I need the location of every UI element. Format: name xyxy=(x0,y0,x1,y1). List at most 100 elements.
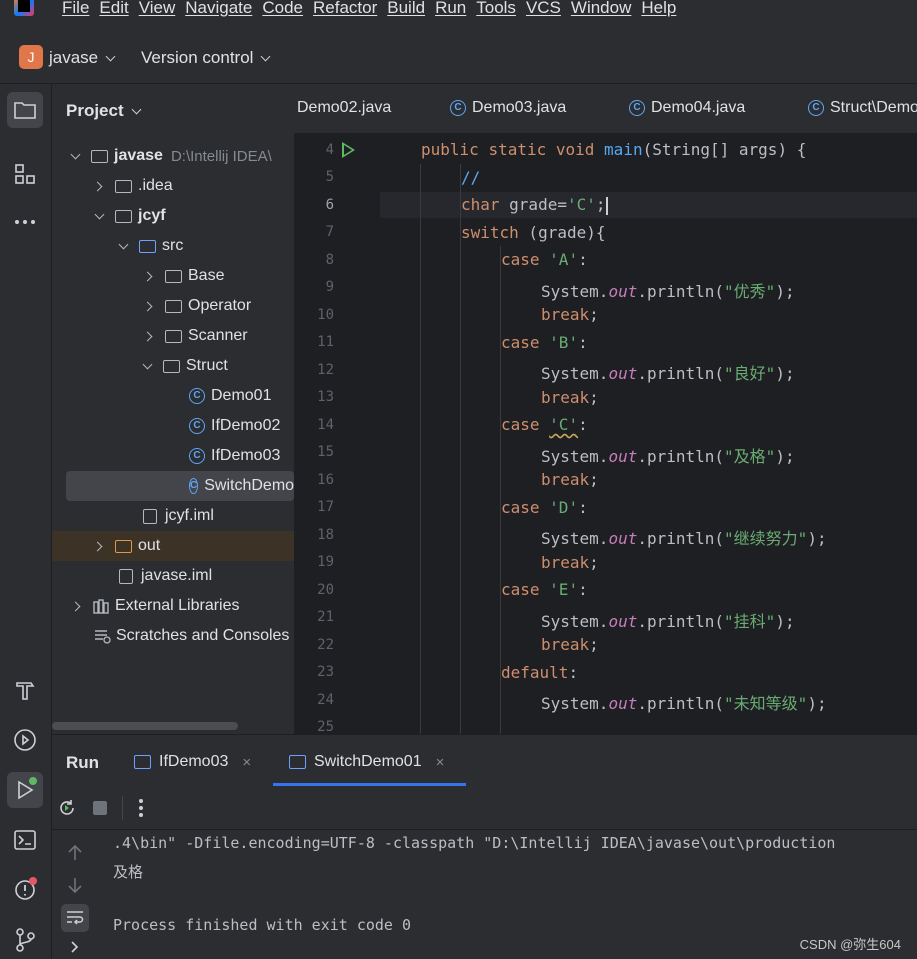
tree-item-scratches[interactable]: Scratches and Consoles xyxy=(52,621,294,651)
soft-wrap-button[interactable] xyxy=(61,904,89,932)
tree-item-ifdemo03[interactable]: C IfDemo03 xyxy=(52,441,294,471)
tree-item-jcyf[interactable]: jcyf xyxy=(52,201,294,231)
tab-demo04[interactable]: C Demo04.java xyxy=(629,99,745,117)
run-tool-button[interactable] xyxy=(7,772,43,808)
code-line-21: System.out.println("挂科"); xyxy=(541,608,795,632)
build-tool-button[interactable] xyxy=(7,672,43,708)
project-name: javase xyxy=(49,48,99,67)
structure-tool-button[interactable] xyxy=(7,156,43,192)
collapse-arrow-icon[interactable] xyxy=(118,239,129,249)
expand-arrow-icon[interactable] xyxy=(92,541,103,551)
running-badge xyxy=(29,777,37,785)
tree-label: jcyf xyxy=(138,207,166,224)
code-editor[interactable]: 4 5 6 7 8 9 10 11 12 13 14 15 16 17 18 1… xyxy=(294,134,917,734)
menu-file[interactable]: File xyxy=(62,0,89,16)
close-icon[interactable]: × xyxy=(242,754,251,771)
tree-item-base[interactable]: Base xyxy=(52,261,294,291)
code-text: .println( xyxy=(637,612,725,631)
run-panel-header: Run IfDemo03 × SwitchDemo01 × xyxy=(52,734,917,786)
tree-item-javase-iml[interactable]: javase.iml xyxy=(52,561,294,591)
tree-item-idea[interactable]: .idea xyxy=(52,171,294,201)
tree-item-demo01[interactable]: C Demo01 xyxy=(52,381,294,411)
more-vertical-icon[interactable] xyxy=(138,798,144,818)
line-number: 14 xyxy=(317,417,334,433)
tree-item-javase[interactable]: javase D:\Intellij IDEA\ xyxy=(52,141,294,171)
arrow-down-icon[interactable] xyxy=(67,876,83,894)
tab-demo02[interactable]: Demo02.java xyxy=(297,99,391,117)
tab-struct-demo[interactable]: C Struct\Demo xyxy=(808,99,917,117)
static-field: out xyxy=(608,529,638,548)
tree-item-src[interactable]: src xyxy=(52,231,294,261)
project-panel-title-label: Project xyxy=(66,101,124,120)
line-number: 9 xyxy=(325,279,334,295)
terminal-tool-button[interactable] xyxy=(7,822,43,858)
expand-arrow-icon[interactable] xyxy=(142,271,153,281)
stop-icon[interactable] xyxy=(92,800,108,816)
collapse-arrow-icon[interactable] xyxy=(94,209,105,219)
source-folder-icon xyxy=(139,239,156,253)
menu-view[interactable]: View xyxy=(139,0,176,16)
menu-vcs[interactable]: VCS xyxy=(526,0,561,16)
intellij-logo-icon[interactable] xyxy=(14,0,34,16)
expand-arrow-icon[interactable] xyxy=(70,601,81,611)
run-tab-switchdemo01[interactable]: SwitchDemo01 × xyxy=(289,753,444,771)
services-tool-button[interactable] xyxy=(7,722,43,758)
console-line: .4\bin" -Dfile.encoding=UTF-8 -classpath… xyxy=(113,834,836,852)
keyword: char xyxy=(461,195,500,214)
menu-build[interactable]: Build xyxy=(387,0,425,16)
tree-item-switchdemo01[interactable]: C SwitchDemo01 xyxy=(66,471,294,501)
class-icon: C xyxy=(808,100,824,116)
expand-arrow-icon[interactable] xyxy=(142,331,153,341)
version-control-label: Version control xyxy=(141,48,254,67)
code-line-6: char grade='C'; xyxy=(461,195,608,215)
tree-item-external-libraries[interactable]: External Libraries xyxy=(52,591,294,621)
rerun-icon[interactable] xyxy=(58,799,76,817)
tree-item-struct[interactable]: Struct xyxy=(52,351,294,381)
menu-edit[interactable]: Edit xyxy=(99,0,128,16)
tree-item-operator[interactable]: Operator xyxy=(52,291,294,321)
run-gutter-icon[interactable] xyxy=(342,142,355,158)
menu-code[interactable]: Code xyxy=(262,0,303,16)
code-text: System. xyxy=(541,282,609,301)
expand-arrow-icon[interactable] xyxy=(142,301,153,311)
menu-help[interactable]: Help xyxy=(641,0,676,16)
version-control-selector[interactable]: Version control xyxy=(141,48,271,68)
chevron-right-icon[interactable] xyxy=(70,940,80,954)
menu-navigate[interactable]: Navigate xyxy=(185,0,252,16)
project-selector[interactable]: javase xyxy=(49,48,116,68)
collapse-arrow-icon[interactable] xyxy=(142,359,153,369)
more-tools-button[interactable] xyxy=(7,204,43,240)
horizontal-scrollbar[interactable] xyxy=(52,722,238,730)
code-line-4: public static void main(String[] args) { xyxy=(421,140,806,159)
code-text: ; xyxy=(589,470,599,489)
tree-item-ifdemo02[interactable]: C IfDemo02 xyxy=(52,411,294,441)
console-output[interactable]: .4\bin" -Dfile.encoding=UTF-8 -classpath… xyxy=(98,830,917,959)
keyword: break xyxy=(541,553,590,572)
project-badge[interactable]: J xyxy=(19,45,43,69)
line-number: 23 xyxy=(317,664,334,680)
problems-tool-button[interactable] xyxy=(7,872,43,908)
menu-run[interactable]: Run xyxy=(435,0,466,16)
menu-window[interactable]: Window xyxy=(571,0,631,16)
tree-item-scanner[interactable]: Scanner xyxy=(52,321,294,351)
run-tab-ifdemo03[interactable]: IfDemo03 × xyxy=(134,753,251,771)
tab-label: Demo03.java xyxy=(472,99,567,116)
tree-item-jcyf-iml[interactable]: jcyf.iml xyxy=(52,501,294,531)
tree-item-out[interactable]: out xyxy=(52,531,294,561)
collapse-arrow-icon[interactable] xyxy=(70,149,81,159)
tree-label: SwitchDemo01 xyxy=(204,477,294,494)
git-tool-button[interactable] xyxy=(7,922,43,958)
iml-file-icon xyxy=(119,568,133,584)
hammer-icon xyxy=(16,682,35,700)
code-line-15: System.out.println("及格"); xyxy=(541,443,795,467)
menu-tools[interactable]: Tools xyxy=(476,0,516,16)
project-panel-title[interactable]: Project xyxy=(66,101,142,121)
expand-arrow-icon[interactable] xyxy=(92,181,103,191)
folder-icon xyxy=(115,179,132,193)
close-icon[interactable]: × xyxy=(436,754,445,771)
tab-demo03[interactable]: C Demo03.java xyxy=(450,99,566,117)
string-literal: 'D' xyxy=(549,498,579,517)
menu-refactor[interactable]: Refactor xyxy=(313,0,377,16)
project-tool-button[interactable] xyxy=(7,92,43,128)
arrow-up-icon[interactable] xyxy=(67,844,83,862)
